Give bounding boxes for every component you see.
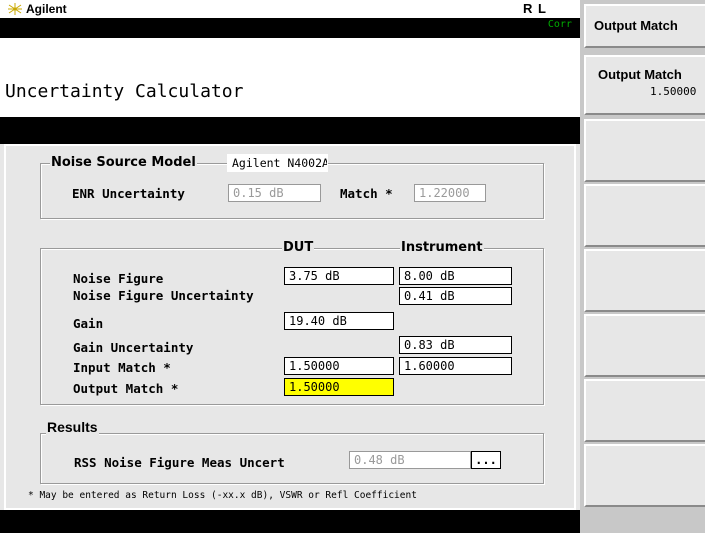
- dut-header: DUT: [282, 240, 315, 255]
- enr-uncertainty-field[interactable]: 0.15 dB: [228, 184, 321, 202]
- bottom-bar: [0, 510, 580, 533]
- rss-label: RSS Noise Figure Meas Uncert: [74, 455, 285, 470]
- gain-label: Gain: [73, 316, 104, 331]
- noise-source-model-value[interactable]: Agilent N4002A: [227, 154, 328, 172]
- softkey-menu-title: Output Match: [584, 4, 705, 48]
- instrument-header: Instrument: [400, 240, 484, 255]
- dut-output-match-field[interactable]: 1.50000: [284, 378, 394, 396]
- softkey-output-match-value: 1.50000: [650, 85, 697, 98]
- softkey-output-match-label: Output Match: [598, 67, 682, 82]
- gain-uncertainty-label: Gain Uncertainty: [73, 340, 194, 355]
- noise-figure-label: Noise Figure: [73, 271, 164, 286]
- softkey-6[interactable]: [584, 379, 705, 442]
- softkey-2[interactable]: [584, 119, 705, 182]
- softkey-4[interactable]: [584, 249, 705, 312]
- status-bar: Corr: [0, 18, 580, 38]
- match-field[interactable]: 1.22000: [414, 184, 486, 202]
- enr-uncertainty-label: ENR Uncertainty: [72, 186, 185, 201]
- corr-indicator: Corr: [547, 19, 572, 30]
- page-title: Uncertainty Calculator: [5, 81, 244, 102]
- softkey-7[interactable]: [584, 444, 705, 507]
- dut-input-match-field[interactable]: 1.50000: [284, 357, 394, 375]
- instrument-input-match-field[interactable]: 1.60000: [399, 357, 512, 375]
- softkey-output-match[interactable]: Output Match 1.50000: [584, 55, 705, 115]
- dut-noise-figure-field[interactable]: 3.75 dB: [284, 267, 394, 285]
- noise-figure-uncertainty-label: Noise Figure Uncertainty: [73, 288, 254, 303]
- footnote: * May be entered as Return Loss (-xx.x d…: [28, 490, 417, 501]
- output-match-label: Output Match *: [73, 381, 179, 396]
- instrument-nf-uncertainty-field[interactable]: 0.41 dB: [399, 287, 512, 305]
- results-legend: Results: [46, 419, 99, 435]
- rss-more-button[interactable]: ...: [471, 451, 501, 469]
- input-match-label: Input Match *: [73, 360, 171, 375]
- agilent-logo-icon: [8, 3, 22, 15]
- instrument-noise-figure-field[interactable]: 8.00 dB: [399, 267, 512, 285]
- match-label: Match *: [340, 186, 393, 201]
- rl-indicator: R L: [523, 1, 547, 16]
- title-bar: [0, 0, 580, 18]
- noise-source-legend: Noise Source Model: [50, 155, 197, 170]
- rss-value-field: 0.48 dB: [349, 451, 471, 469]
- instrument-gain-uncertainty-field[interactable]: 0.83 dB: [399, 336, 512, 354]
- dut-gain-field[interactable]: 19.40 dB: [284, 312, 394, 330]
- title-area: [0, 38, 580, 117]
- softkey-menu-title-label: Output Match: [594, 18, 678, 33]
- brand-label: Agilent: [26, 2, 67, 16]
- softkey-3[interactable]: [584, 184, 705, 247]
- softkey-5[interactable]: [584, 314, 705, 377]
- message-bar: [0, 117, 580, 144]
